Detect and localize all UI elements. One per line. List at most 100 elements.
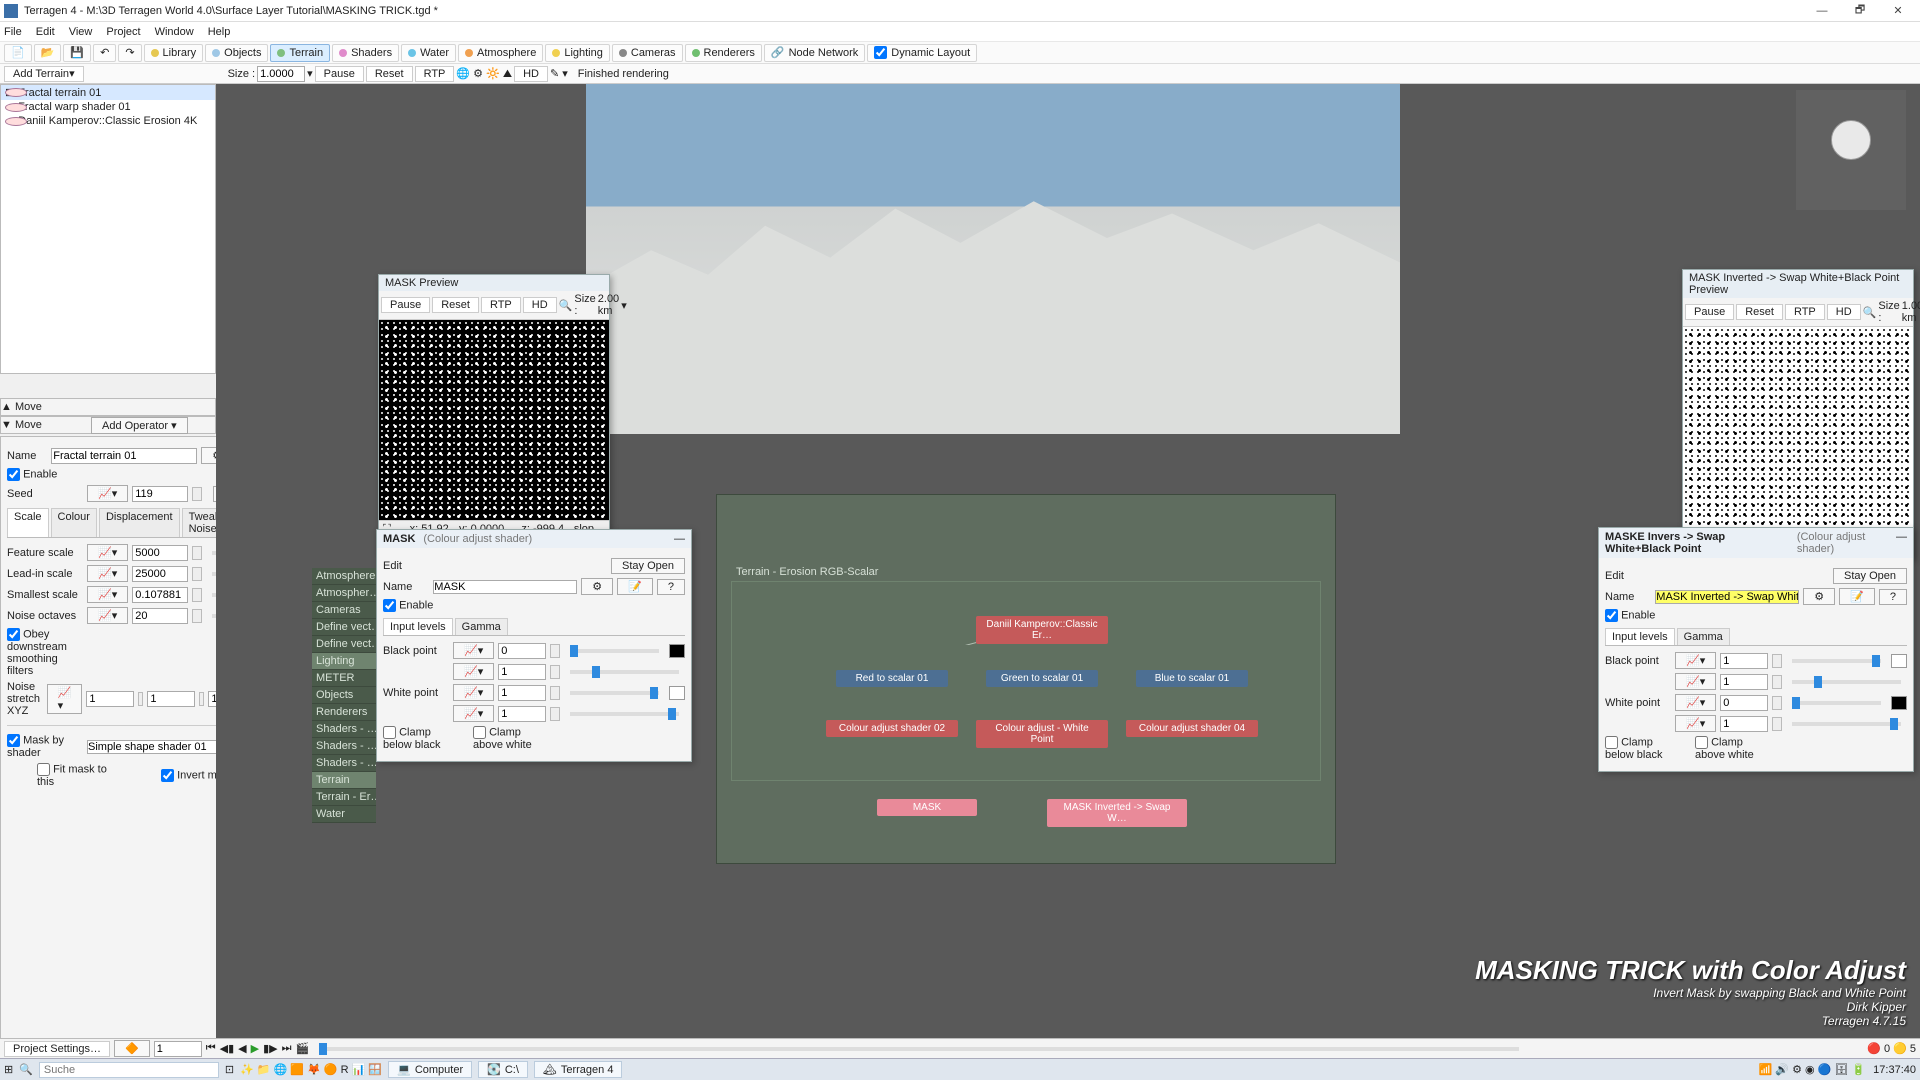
d2-black-swatch[interactable] bbox=[1891, 654, 1907, 668]
p1-pause[interactable]: Pause bbox=[381, 297, 430, 313]
node-ca02[interactable]: Colour adjust shader 02 bbox=[826, 720, 958, 737]
tool-save[interactable]: 💾 bbox=[63, 44, 91, 62]
menu-window[interactable]: Window bbox=[155, 26, 194, 38]
leadin-field[interactable] bbox=[132, 566, 188, 582]
menu-project[interactable]: Project bbox=[106, 26, 140, 38]
tree-item[interactable]: Daniil Kamperov::Classic Erosion 4K bbox=[1, 114, 215, 128]
node-graph[interactable]: Terrain - Erosion RGB-Scalar Daniil Kamp… bbox=[716, 494, 1336, 864]
add-terrain-button[interactable]: Add Terrain ▾ bbox=[4, 66, 84, 82]
hd-button[interactable]: HD bbox=[514, 66, 548, 82]
d1-tab-input[interactable]: Input levels bbox=[383, 618, 453, 635]
timeline-slider[interactable] bbox=[319, 1047, 1519, 1051]
tool-open[interactable]: 📂 bbox=[34, 44, 62, 62]
stretch-x[interactable] bbox=[86, 691, 134, 707]
play-icon[interactable]: ▶ bbox=[251, 1042, 259, 1055]
viewport[interactable]: MASKING TRICK with Color Adjust Invert M… bbox=[216, 84, 1920, 1054]
step-fwd-icon[interactable]: ▮▶ bbox=[263, 1042, 278, 1055]
add-operator-button[interactable]: Add Operator ▾ bbox=[91, 417, 188, 434]
tool-undo[interactable]: ↶ bbox=[93, 44, 116, 62]
cameras-button[interactable]: Cameras bbox=[612, 44, 683, 62]
d2-black1[interactable] bbox=[1720, 653, 1768, 669]
library-button[interactable]: Library bbox=[144, 44, 204, 62]
main-render[interactable] bbox=[586, 84, 1400, 434]
p2-rtp[interactable]: RTP bbox=[1785, 304, 1825, 320]
obey-check[interactable] bbox=[7, 628, 20, 641]
d1-black1[interactable] bbox=[498, 643, 546, 659]
reset-button[interactable]: Reset bbox=[366, 66, 413, 82]
node-ca04[interactable]: Colour adjust shader 04 bbox=[1126, 720, 1258, 737]
maskby-check[interactable] bbox=[7, 734, 20, 747]
node-green-scalar[interactable]: Green to scalar 01 bbox=[986, 670, 1098, 687]
tree-item[interactable]: ⊟Fractal terrain 01 bbox=[1, 85, 215, 100]
node-erosion[interactable]: Daniil Kamperov::Classic Er… bbox=[976, 616, 1108, 644]
d1-stayopen[interactable]: Stay Open bbox=[611, 558, 685, 574]
keyframe-icon[interactable]: 🔶 bbox=[114, 1040, 150, 1057]
mask-dialog[interactable]: MASK(Colour adjust shader)— Edit Stay Op… bbox=[376, 529, 692, 762]
d2-white1[interactable] bbox=[1720, 695, 1768, 711]
task-computer[interactable]: 💻Computer bbox=[388, 1061, 472, 1078]
lighting-button[interactable]: Lighting bbox=[545, 44, 610, 62]
d1-white2[interactable] bbox=[498, 706, 546, 722]
close-button[interactable]: ✕ bbox=[1880, 2, 1916, 20]
d2-enable[interactable] bbox=[1605, 609, 1618, 622]
d2-white-swatch[interactable] bbox=[1891, 696, 1907, 710]
p2-reset[interactable]: Reset bbox=[1736, 304, 1783, 320]
d2-tab-gamma[interactable]: Gamma bbox=[1677, 628, 1730, 645]
d1-enable[interactable] bbox=[383, 599, 396, 612]
system-tray[interactable]: 📶 🔊 ⚙ ◉ 🔵 🗄 🔋 17:37:40 bbox=[1759, 1063, 1916, 1076]
p1-rtp[interactable]: RTP bbox=[481, 297, 521, 313]
pause-button[interactable]: Pause bbox=[315, 66, 364, 82]
menu-view[interactable]: View bbox=[69, 26, 93, 38]
task-terragen[interactable]: 🏔Terragen 4 bbox=[534, 1061, 623, 1078]
search-input[interactable] bbox=[39, 1062, 219, 1078]
p2-hd[interactable]: HD bbox=[1827, 304, 1861, 320]
menu-edit[interactable]: Edit bbox=[36, 26, 55, 38]
white-swatch[interactable] bbox=[669, 686, 685, 700]
node-red-scalar[interactable]: Red to scalar 01 bbox=[836, 670, 948, 687]
node-mask[interactable]: MASK bbox=[877, 799, 977, 816]
tab-scale[interactable]: Scale bbox=[7, 508, 49, 537]
d2-edit[interactable]: Edit bbox=[1605, 570, 1624, 582]
smallest-field[interactable] bbox=[132, 587, 188, 603]
p1-hd[interactable]: HD bbox=[523, 297, 557, 313]
enable-check[interactable] bbox=[7, 468, 20, 481]
mask-preview-window[interactable]: MASK Preview Pause Reset RTP HD 🔍Size : … bbox=[378, 274, 610, 552]
taskview-icon[interactable]: ⊡ bbox=[225, 1063, 234, 1076]
name-field[interactable] bbox=[51, 448, 197, 464]
render-anim-icon[interactable]: 🎬 bbox=[296, 1042, 310, 1055]
tool-new[interactable]: 📄 bbox=[4, 44, 32, 62]
dynamic-layout-check[interactable]: Dynamic Layout bbox=[867, 44, 977, 62]
d2-tab-input[interactable]: Input levels bbox=[1605, 628, 1675, 645]
feature-scale-field[interactable] bbox=[132, 545, 188, 561]
category-list[interactable]: AtmosphereAtmospher…Cameras Define vect…… bbox=[312, 568, 376, 823]
goto-end-icon[interactable]: ⏭ bbox=[282, 1042, 292, 1055]
d2-name[interactable] bbox=[1655, 590, 1799, 604]
d2-clampw[interactable] bbox=[1695, 736, 1708, 749]
seed-icon[interactable]: 📈▾ bbox=[87, 485, 128, 502]
objects-button[interactable]: Objects bbox=[205, 44, 268, 62]
node-ca-white[interactable]: Colour adjust - White Point bbox=[976, 720, 1108, 748]
node-blue-scalar[interactable]: Blue to scalar 01 bbox=[1136, 670, 1248, 687]
search-icon[interactable]: 🔍 bbox=[19, 1063, 33, 1076]
p1-reset[interactable]: Reset bbox=[432, 297, 479, 313]
stretch-y[interactable] bbox=[147, 691, 195, 707]
mask-inverted-preview-window[interactable]: MASK Inverted -> Swap White+Black Point … bbox=[1682, 269, 1914, 559]
d2-white2[interactable] bbox=[1720, 716, 1768, 732]
black-swatch[interactable] bbox=[669, 644, 685, 658]
start-button[interactable]: ⊞ bbox=[4, 1063, 13, 1076]
shaders-button[interactable]: Shaders bbox=[332, 44, 399, 62]
task-cdrive[interactable]: 💽C:\ bbox=[478, 1061, 528, 1078]
tool-redo[interactable]: ↷ bbox=[118, 44, 141, 62]
rtp-button[interactable]: RTP bbox=[415, 66, 455, 82]
tree-item[interactable]: Fractal warp shader 01 bbox=[1, 100, 215, 114]
d1-clampw[interactable] bbox=[473, 726, 486, 739]
water-button[interactable]: Water bbox=[401, 44, 456, 62]
size-input[interactable] bbox=[257, 66, 305, 82]
d2-clampb[interactable] bbox=[1605, 736, 1618, 749]
d2-black2[interactable] bbox=[1720, 674, 1768, 690]
frame-field[interactable] bbox=[154, 1041, 202, 1057]
d1-clampb[interactable] bbox=[383, 726, 396, 739]
tab-displacement[interactable]: Displacement bbox=[99, 508, 180, 537]
terrain-tree[interactable]: ⊟Fractal terrain 01 Fractal warp shader … bbox=[0, 84, 216, 374]
mask-invert-dialog[interactable]: MASKE Invers -> Swap White+Black Point(C… bbox=[1598, 527, 1914, 772]
